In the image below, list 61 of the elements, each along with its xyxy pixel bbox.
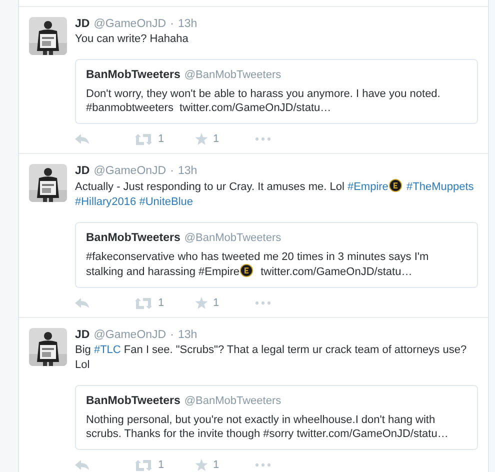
quoted-tweet[interactable]: BanMobTweeters @BanMobTweeters Don't worry, they won't be able to harass you anymore. I have you noted. #banmobtweeters twitter.com/GameOnJD/statu… [75, 59, 478, 124]
tweet-time[interactable]: 13h [178, 164, 198, 178]
retweet-button[interactable]: 1 [135, 130, 195, 148]
separator-dot: · [170, 17, 174, 31]
quoted-author-handle: @BanMobTweeters [184, 394, 282, 409]
separator-dot: · [170, 164, 174, 178]
quoted-text: #fakeconservative who has tweeted me 20 times in 3 minutes says I'm stalking and harassing #Empire twitter.com/GameOnJD/statu… [86, 250, 430, 279]
tweet-time[interactable]: 13h [178, 17, 198, 31]
author-handle[interactable]: @GameOnJD [94, 164, 166, 178]
more-button[interactable] [255, 137, 271, 141]
empire-emoji-icon [240, 264, 254, 277]
hashtag-link[interactable]: #UniteBlue [139, 196, 194, 208]
star-icon [195, 297, 208, 309]
like-count: 1 [213, 296, 220, 311]
more-button[interactable] [255, 301, 271, 305]
retweet-button[interactable]: 1 [135, 456, 195, 472]
more-icon [255, 137, 271, 141]
tweet-text: You can write? Hahaha [75, 32, 190, 47]
retweet-count: 1 [158, 458, 164, 472]
more-icon [255, 463, 271, 467]
tweet-text: Big #TLC Fan I see. "Scrubs"? That a legal term ur crack team of attorneys use? Lol [75, 343, 468, 373]
author-name[interactable]: JD [75, 164, 90, 178]
retweet-icon [135, 298, 152, 308]
quoted-author-name: BanMobTweeters [86, 68, 180, 83]
like-count: 1 [213, 132, 220, 147]
separator-dot: · [170, 328, 174, 342]
quoted-author-name: BanMobTweeters [86, 394, 180, 409]
hashtag-link[interactable]: #Empire [347, 181, 388, 193]
retweet-count: 1 [158, 296, 164, 311]
retweet-icon [135, 134, 152, 144]
retweet-button[interactable]: 1 [135, 294, 195, 312]
author-handle[interactable]: @GameOnJD [94, 17, 166, 31]
quoted-author-handle: @BanMobTweeters [184, 231, 282, 246]
reply-icon [75, 298, 89, 308]
tweet-text: Actually - Just responding to ur Cray. It amuses me. Lol #Empire #TheMuppets #Hillary2016 #UniteBlue [75, 179, 475, 210]
author-name[interactable]: JD [75, 328, 90, 342]
quoted-author-name: BanMobTweeters [86, 231, 180, 246]
star-icon [195, 133, 208, 145]
star-icon [195, 459, 208, 471]
tweet-time[interactable]: 13h [178, 328, 198, 342]
hashtag-link[interactable]: #TheMuppets [406, 181, 474, 193]
like-button[interactable]: 1 [195, 456, 255, 472]
quoted-author-handle: @BanMobTweeters [184, 68, 282, 83]
more-button[interactable] [255, 463, 271, 467]
quoted-tweet[interactable]: BanMobTweeters @BanMobTweeters Nothing personal, but you're not exactly in wheelhouse.I don't hang with scrubs. Thanks for the invite though #sorry twitter.com/GameOnJD/statu… [75, 385, 478, 450]
author-handle[interactable]: @GameOnJD [94, 328, 166, 342]
hashtag-link[interactable]: #TLC [94, 344, 121, 356]
hashtag-link[interactable]: #Hillary2016 [75, 196, 136, 208]
like-button[interactable]: 1 [195, 130, 255, 148]
like-button[interactable]: 1 [195, 294, 255, 312]
reply-icon [75, 460, 89, 470]
retweet-count: 1 [158, 132, 164, 147]
more-icon [255, 301, 271, 305]
quoted-text: Nothing personal, but you're not exactly in wheelhouse.I don't hang with scrubs. Thanks for the invite though #sorry twitter.com/GameOnJD/statu… [86, 413, 450, 441]
like-count: 1 [213, 458, 220, 472]
quoted-tweet[interactable]: BanMobTweeters @BanMobTweeters #fakeconservative who has tweeted me 20 times in 3 minutes says I'm stalking and harassing #Empire twitter.com/GameOnJD/statu… [75, 222, 478, 288]
reply-icon [75, 134, 89, 144]
quoted-text: Don't worry, they won't be able to harass you anymore. I have you noted. #banmobtweeters twitter.com/GameOnJD/statu… [86, 87, 442, 115]
empire-emoji-icon [389, 179, 402, 192]
author-name[interactable]: JD [75, 17, 90, 31]
retweet-icon [135, 460, 152, 470]
